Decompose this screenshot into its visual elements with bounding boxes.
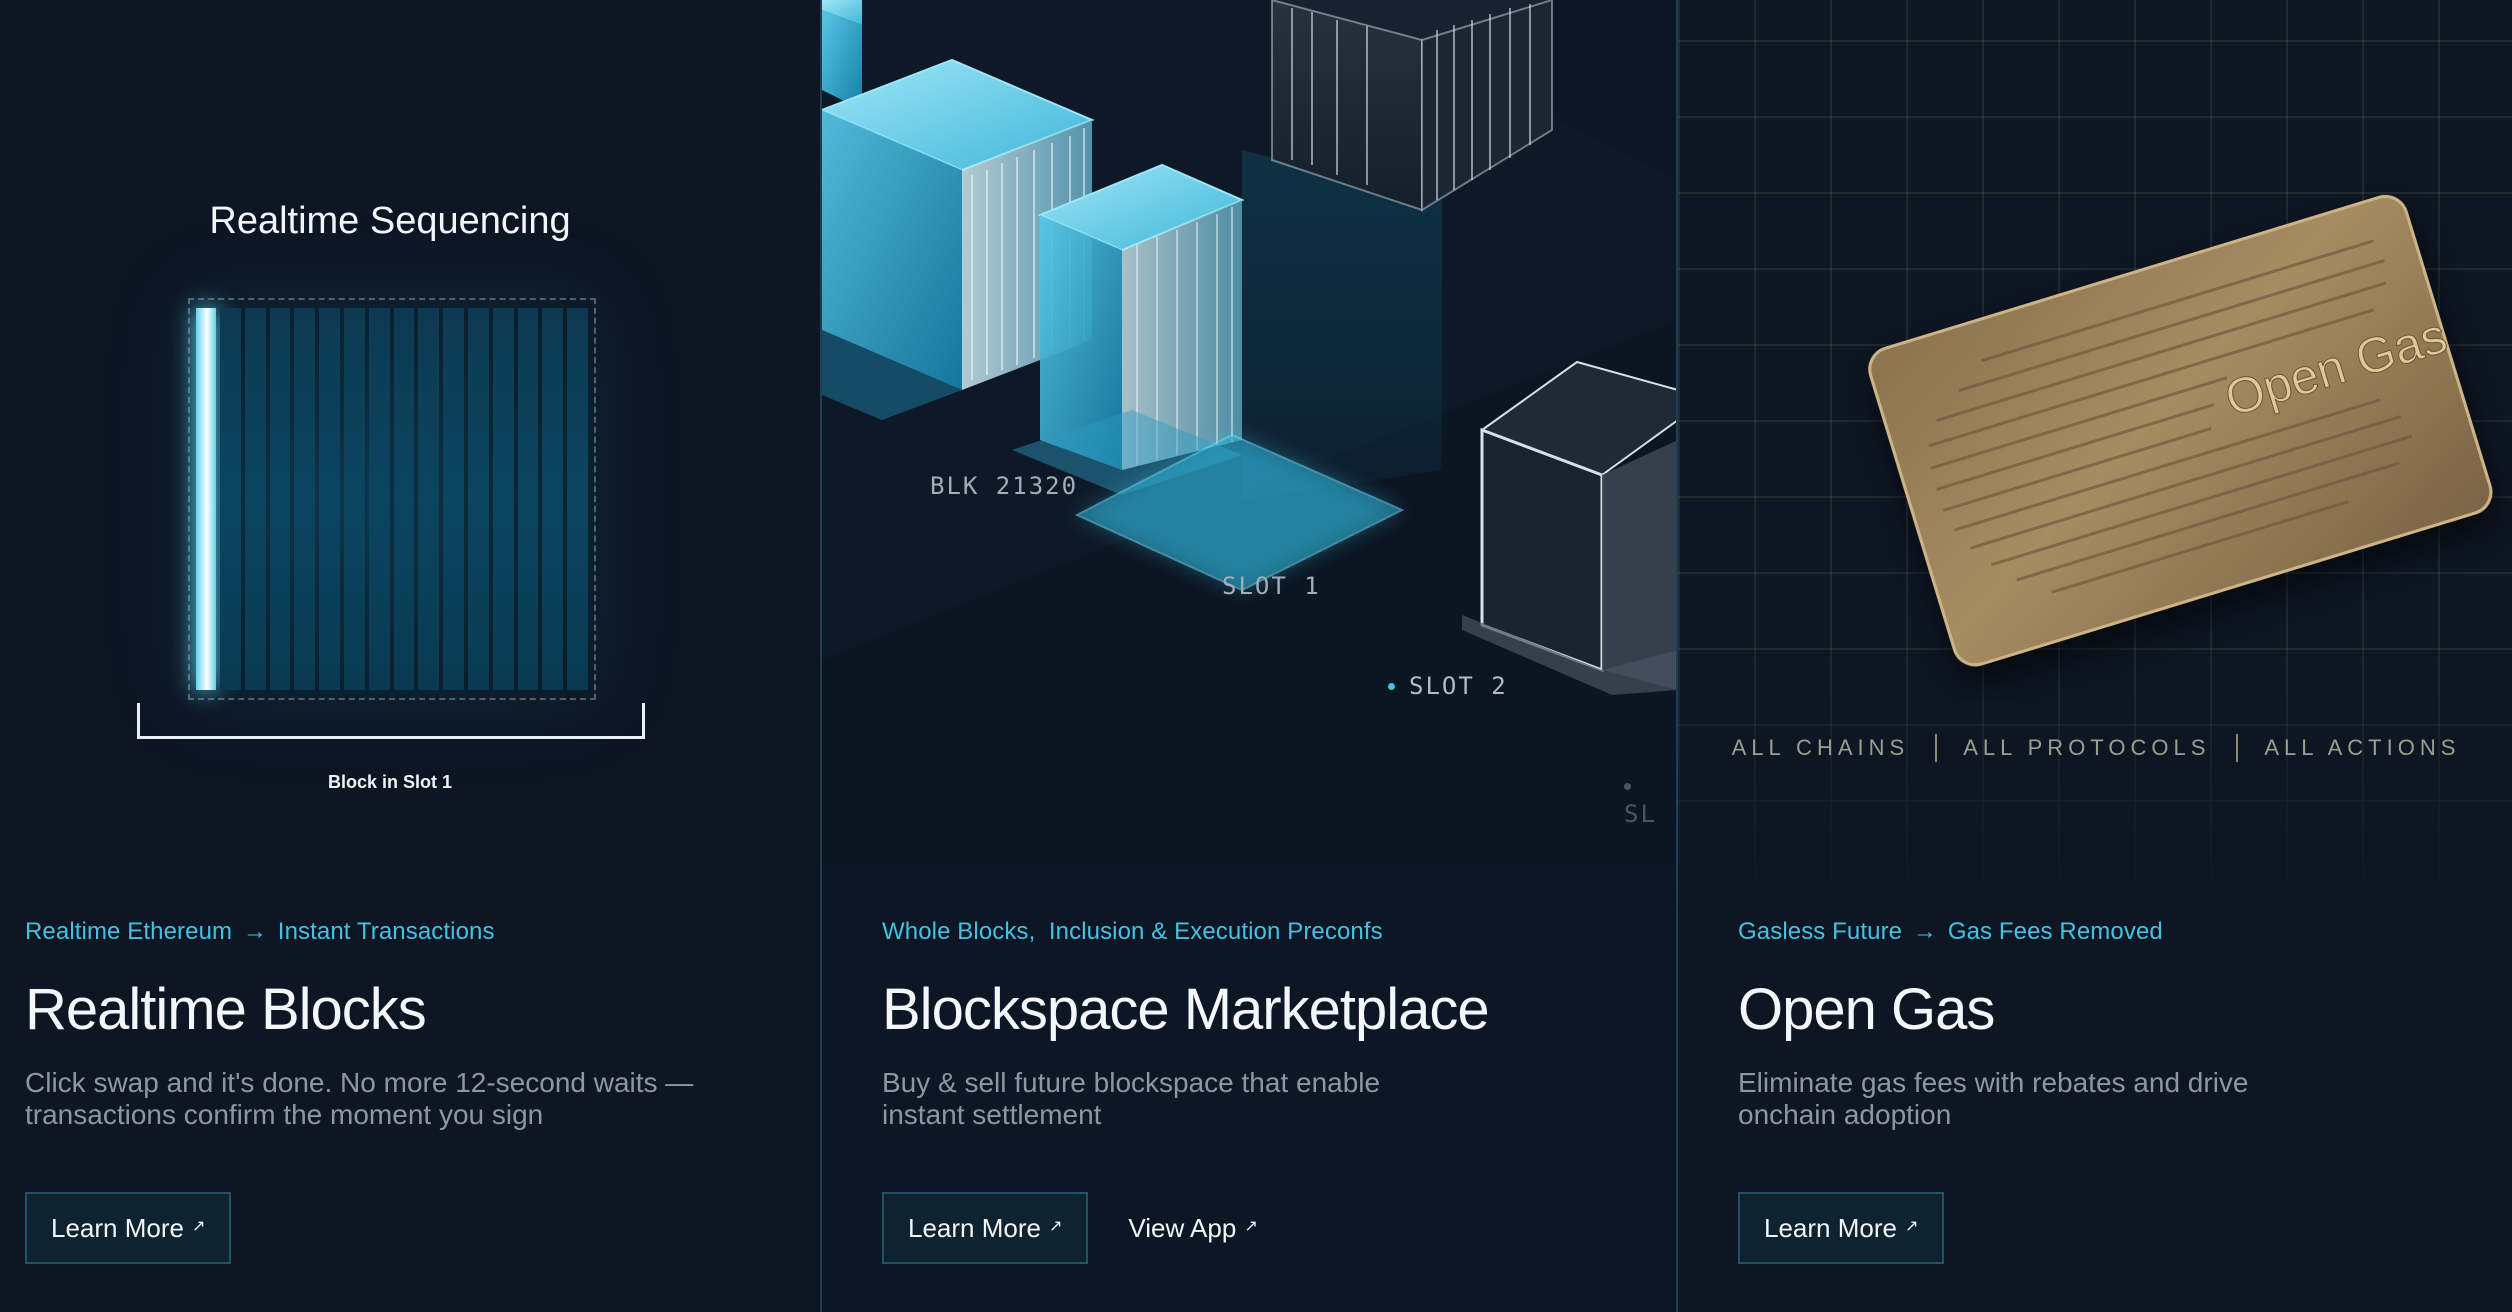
panel-description: Eliminate gas fees with rebates and driv… xyxy=(1738,1067,2249,1130)
block-bar xyxy=(393,308,415,690)
block-bar xyxy=(269,308,291,690)
panel-info: Whole Blocks, Inclusion & Execution Prec… xyxy=(882,915,1642,1131)
block-visual xyxy=(188,298,596,700)
external-arrow-icon: ↗ xyxy=(1244,1218,1258,1235)
external-arrow-icon: ↗ xyxy=(1904,1218,1919,1235)
blockspace-visual xyxy=(822,0,1676,860)
block-bar xyxy=(517,308,539,690)
feature-page: Realtime Sequencing Block in Slot 1 Real… xyxy=(0,0,2512,1312)
external-arrow-icon: ↗ xyxy=(1048,1218,1063,1235)
block-bar xyxy=(492,308,514,690)
tagline-to: Instant Transactions xyxy=(277,918,495,945)
slot-bracket xyxy=(137,703,645,739)
slot-dot-icon xyxy=(1388,683,1395,690)
divider xyxy=(2236,734,2239,762)
slot-label: SLOT 1 xyxy=(1222,572,1321,600)
view-app-link[interactable]: View App ↗ xyxy=(1128,1213,1257,1244)
block-bar xyxy=(244,308,266,690)
scope-list: ALL CHAINS ALL PROTOCOLS ALL ACTIONS xyxy=(1678,734,2512,762)
panel-title: Blockspace Marketplace xyxy=(882,977,1490,1042)
block-bar xyxy=(319,308,340,690)
block-bar xyxy=(343,308,365,690)
block-bar xyxy=(220,308,241,690)
panel-info: Realtime Ethereum → Instant Transactions… xyxy=(25,915,785,1131)
tagline: Realtime Ethereum → Instant Transactions xyxy=(25,915,785,949)
gas-card-visual: Open Gas xyxy=(1868,194,2493,667)
gas-card xyxy=(1868,194,2493,667)
button-label: Learn More xyxy=(908,1212,1041,1243)
block-cube xyxy=(1012,163,1245,495)
tagline: Gasless Future → Gas Fees Removed xyxy=(1738,915,2498,949)
external-arrow-icon: ↗ xyxy=(191,1218,206,1235)
blockspace-marketplace-panel: BLK 21320 SLOT 1 SLOT 2 SL Whole Blocks,… xyxy=(820,0,1676,1312)
tagline-from: Realtime Ethereum xyxy=(25,918,233,945)
tagline-to: Gas Fees Removed xyxy=(1947,918,2163,945)
panel-actions: Learn More ↗ xyxy=(25,1192,232,1264)
button-label: Learn More xyxy=(51,1212,184,1243)
panel-info: Gasless Future → Gas Fees Removed Open G… xyxy=(1738,915,2498,1131)
slot-caption: Block in Slot 1 xyxy=(327,772,453,792)
tagline: Whole Blocks, Inclusion & Execution Prec… xyxy=(882,918,1383,945)
realtime-blocks-panel: Realtime Sequencing Block in Slot 1 Real… xyxy=(0,0,820,1312)
scope-item: ALL CHAINS xyxy=(1731,735,1910,760)
slot-dot-icon xyxy=(1624,783,1631,790)
arrow-right-icon: → xyxy=(1912,918,1938,945)
slot-label-faded: SL xyxy=(1624,772,1676,828)
block-bar xyxy=(368,308,390,690)
tagline-from: Gasless Future xyxy=(1738,918,1903,945)
learn-more-button[interactable]: Learn More ↗ xyxy=(882,1192,1089,1264)
panel-actions: Learn More ↗ View App ↗ xyxy=(882,1192,1258,1264)
link-label: View App xyxy=(1128,1212,1237,1243)
block-bar xyxy=(567,308,588,690)
open-gas-panel: Open Gas ALL CHAINS ALL PROTOCOLS ALL AC… xyxy=(1676,0,2512,1312)
panel-title: Open Gas xyxy=(1738,977,1995,1042)
sequencing-heading: Realtime Sequencing xyxy=(209,200,571,242)
active-bar xyxy=(196,308,216,690)
learn-more-button[interactable]: Learn More ↗ xyxy=(25,1192,232,1264)
scope-item: ALL PROTOCOLS xyxy=(1963,735,2211,760)
panel-description: Click swap and it's done. No more 12-sec… xyxy=(25,1067,694,1130)
panel-actions: Learn More ↗ xyxy=(1738,1192,1945,1264)
block-bar xyxy=(418,308,440,690)
block-label: BLK 21320 xyxy=(930,472,1079,500)
panel-description: Buy & sell future blockspace that enable… xyxy=(882,1067,1381,1130)
divider xyxy=(1935,734,1938,762)
block-bar xyxy=(294,308,316,690)
scope-item: ALL ACTIONS xyxy=(2264,735,2461,760)
button-label: Learn More xyxy=(1764,1212,1897,1243)
block-bar xyxy=(542,308,564,690)
arrow-right-icon: → xyxy=(242,918,268,945)
learn-more-button[interactable]: Learn More ↗ xyxy=(1738,1192,1945,1264)
panel-title: Realtime Blocks xyxy=(25,977,427,1042)
slot-label: SLOT 2 xyxy=(1388,672,1508,700)
block-bars xyxy=(196,308,588,690)
block-bar xyxy=(443,308,464,690)
block-bar xyxy=(467,308,489,690)
